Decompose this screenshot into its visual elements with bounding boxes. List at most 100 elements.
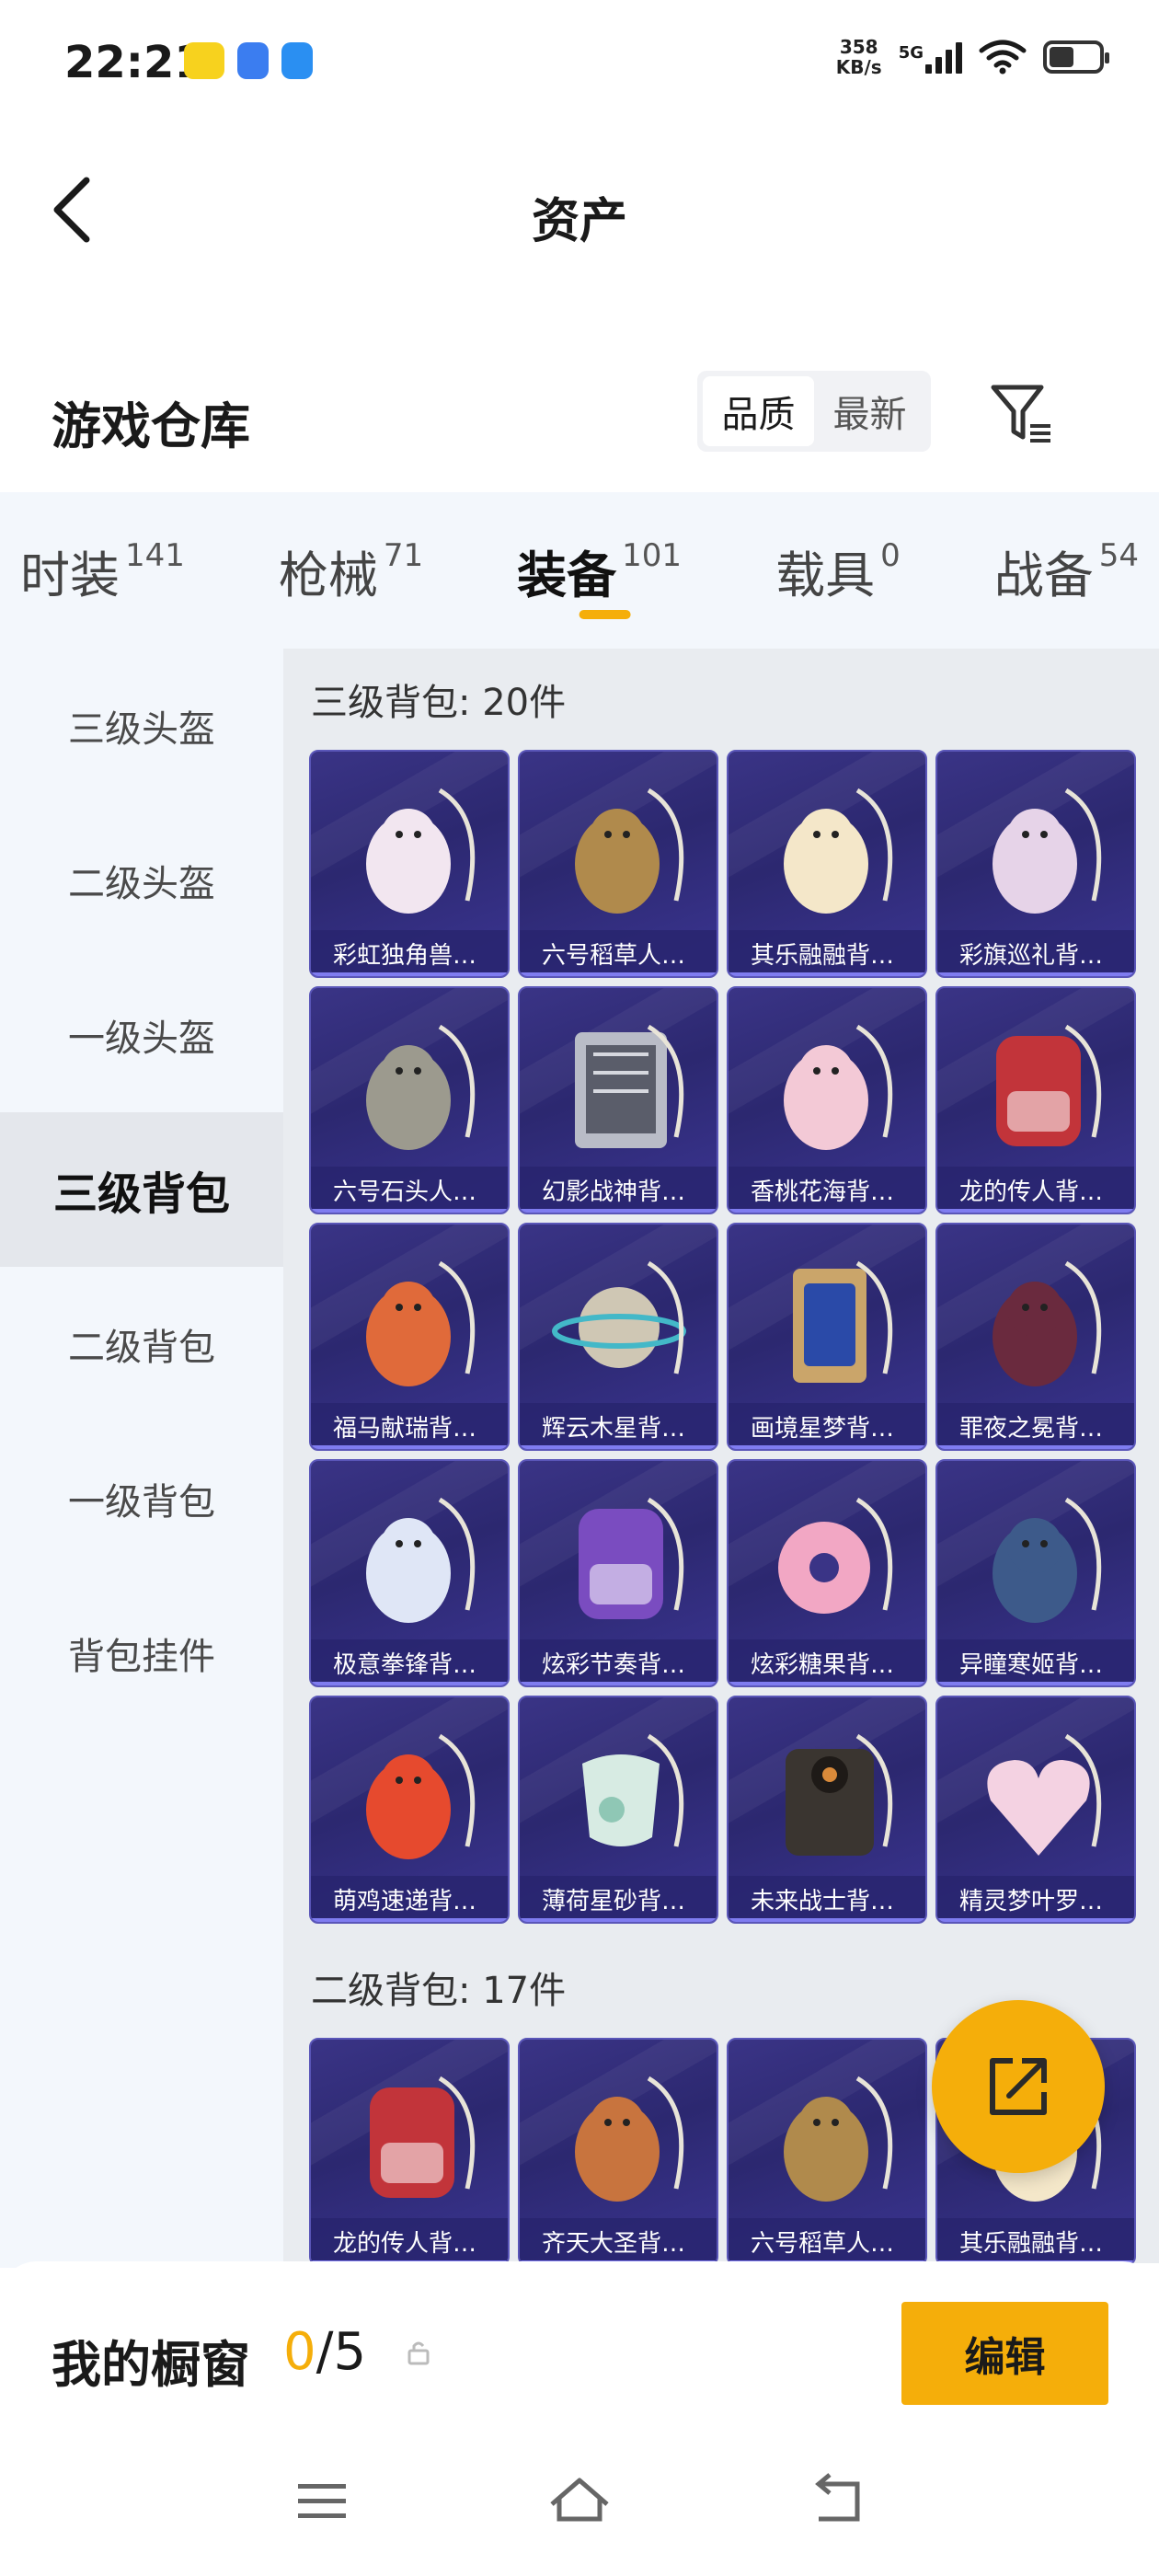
backpack-image — [311, 1708, 508, 1874]
backpack-name: 其乐融融背… — [729, 930, 925, 976]
network-type: 5G — [898, 43, 924, 63]
backpack-name: 其乐融融背… — [937, 2218, 1134, 2263]
section-title-level3: 三级背包: 20件 — [311, 682, 567, 724]
backpack-card[interactable]: 极意拳锋背… — [309, 1459, 510, 1687]
backpack-card[interactable]: 幻影战神背… — [518, 986, 718, 1214]
tab-count: 141 — [125, 537, 185, 574]
backpack-card[interactable]: 六号石头人… — [309, 986, 510, 1214]
sort-option-quality[interactable]: 品质 — [703, 376, 814, 446]
backpack-card[interactable]: 辉云木星背… — [518, 1223, 718, 1451]
sort-toggle: 品质 最新 — [697, 371, 931, 452]
share-button[interactable] — [932, 2000, 1105, 2173]
system-indicators: 358 KB/s 5G — [836, 37, 1109, 77]
backpack-image — [937, 1472, 1134, 1638]
backpack-image — [729, 2051, 925, 2216]
app-notification-icon — [184, 42, 224, 79]
backpack-card[interactable]: 福马献瑞背… — [309, 1223, 510, 1451]
showcase-current: 0 — [283, 2322, 316, 2382]
battery-icon — [1043, 40, 1109, 74]
backpack-image — [937, 763, 1134, 928]
backpack-card[interactable]: 其乐融融背… — [727, 750, 927, 978]
backpack-name: 炫彩糖果背… — [729, 1639, 925, 1685]
tab-label: 战备 — [993, 546, 1094, 604]
lock-icon — [407, 2341, 430, 2365]
sidebar-item-level1-backpack[interactable]: 一级背包 — [0, 1421, 283, 1576]
backpack-image — [729, 1708, 925, 1874]
home-icon[interactable] — [543, 2464, 616, 2537]
backpack-card[interactable]: 未来战士背… — [727, 1696, 927, 1924]
page-title: 资产 — [531, 194, 627, 249]
backpack-name: 六号石头人… — [311, 1167, 508, 1213]
sidebar-item-level1-helmet[interactable]: 一级头盔 — [0, 958, 283, 1112]
status-bar: 22:21 358 KB/s 5G — [0, 0, 1159, 124]
menu-icon[interactable] — [285, 2464, 359, 2537]
backpack-name: 异瞳寒姬背… — [937, 1639, 1134, 1685]
tab-label: 枪械 — [278, 546, 378, 604]
showcase-bar: 我的橱窗 0/5 编辑 — [0, 2261, 1159, 2576]
share-icon — [990, 2058, 1047, 2115]
backpack-name: 炫彩节奏背… — [520, 1639, 717, 1685]
sidebar-item-level3-helmet[interactable]: 三级头盔 — [0, 649, 283, 803]
backpack-card[interactable]: 彩虹独角兽… — [309, 750, 510, 978]
backpack-card[interactable]: 罪夜之冕背… — [935, 1223, 1136, 1451]
backpack-card[interactable]: 薄荷星砂背… — [518, 1696, 718, 1924]
backpack-card[interactable]: 炫彩糖果背… — [727, 1459, 927, 1687]
sidebar-item-level2-backpack[interactable]: 二级背包 — [0, 1267, 283, 1421]
tab-equipment[interactable]: 装备 101 — [517, 492, 682, 649]
backpack-card[interactable]: 精灵梦叶罗… — [935, 1696, 1136, 1924]
backpack-image — [520, 2051, 717, 2216]
tab-count: 71 — [383, 537, 424, 574]
tab-vehicles[interactable]: 载具 0 — [775, 492, 901, 649]
system-nav-bar — [0, 2464, 1159, 2556]
backpack-card[interactable]: 香桃花海背… — [727, 986, 927, 1214]
backpack-card[interactable]: 炫彩节奏背… — [518, 1459, 718, 1687]
backpack-image — [729, 1472, 925, 1638]
backpack-card[interactable]: 齐天大圣背… — [518, 2038, 718, 2263]
backpack-card[interactable]: 龙的传人背… — [309, 2038, 510, 2263]
tab-count: 101 — [622, 537, 683, 574]
backpack-image — [520, 763, 717, 928]
message-notification-icon — [237, 42, 269, 79]
sidebar-item-level2-helmet[interactable]: 二级头盔 — [0, 803, 283, 958]
filter-icon[interactable] — [988, 380, 1058, 450]
backpack-name: 薄荷星砂背… — [520, 1876, 717, 1922]
tab-label: 载具 — [775, 546, 876, 604]
tab-count: 54 — [1098, 537, 1139, 574]
sort-option-newest[interactable]: 最新 — [814, 376, 925, 446]
warehouse-header: 游戏仓库 品质 最新 — [0, 363, 1159, 474]
du-notification-icon — [281, 42, 313, 79]
tab-label: 时装 — [20, 546, 120, 604]
showcase-title: 我的橱窗 — [52, 2336, 250, 2394]
net-speed-value: 358 — [839, 36, 878, 58]
backpack-card[interactable]: 异瞳寒姬背… — [935, 1459, 1136, 1687]
back-nav-icon[interactable] — [800, 2464, 874, 2537]
backpack-image — [729, 763, 925, 928]
backpack-name: 彩旗巡礼背… — [937, 930, 1134, 976]
backpack-card[interactable]: 画境星梦背… — [727, 1223, 927, 1451]
tab-fashion[interactable]: 时装 141 — [20, 492, 185, 649]
showcase-count: 0/5 — [283, 2322, 366, 2382]
net-speed: 358 KB/s — [836, 37, 882, 77]
backpack-name: 画境星梦背… — [729, 1403, 925, 1449]
showcase-total: /5 — [316, 2322, 367, 2382]
top-app-bar: 资产 — [0, 156, 1159, 267]
backpack-name: 龙的传人背… — [311, 2218, 508, 2263]
backpack-card[interactable]: 六号稻草人… — [727, 2038, 927, 2263]
backpack-name: 精灵梦叶罗… — [937, 1876, 1134, 1922]
backpack-card[interactable]: 龙的传人背… — [935, 986, 1136, 1214]
tab-supplies[interactable]: 战备 54 — [994, 492, 1139, 649]
edit-button[interactable]: 编辑 — [901, 2302, 1108, 2405]
backpack-card[interactable]: 萌鸡速递背… — [309, 1696, 510, 1924]
backpack-name: 辉云木星背… — [520, 1403, 717, 1449]
backpack-image — [937, 1708, 1134, 1874]
backpack-card[interactable]: 六号稻草人… — [518, 750, 718, 978]
backpack-card[interactable]: 彩旗巡礼背… — [935, 750, 1136, 978]
backpack-image — [520, 1708, 717, 1874]
backpack-image — [311, 2051, 508, 2216]
item-grid-level3: 彩虹独角兽… 六号稻草人… 其乐融融背… 彩旗巡礼背… 六号石头人… 幻影战神背… 香桃花海… — [283, 750, 1159, 1924]
tab-guns[interactable]: 枪械 71 — [279, 492, 423, 649]
backpack-name: 福马献瑞背… — [311, 1403, 508, 1449]
sidebar-item-level3-backpack[interactable]: 三级背包 — [0, 1112, 283, 1267]
sidebar-item-backpack-pendant[interactable]: 背包挂件 — [0, 1576, 283, 1731]
notification-icons — [184, 42, 313, 79]
